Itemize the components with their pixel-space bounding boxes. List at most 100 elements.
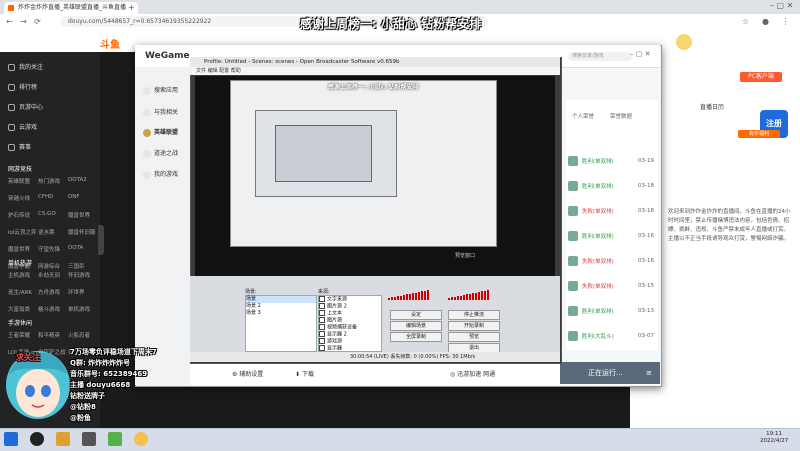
scenes-list[interactable]: 场景 场景 2 场景 3 xyxy=(245,295,317,352)
preview-button[interactable]: 预览 xyxy=(448,332,500,342)
reload-icon[interactable]: ⟳ xyxy=(32,16,43,27)
assist-settings-button[interactable]: ⚙ 辅助设置 xyxy=(232,369,263,378)
sidebar-category-item[interactable]: 炉石传说 xyxy=(8,211,38,219)
sidebar-category-item[interactable]: CS:GO xyxy=(38,211,68,219)
source-item[interactable]: 游戏源 xyxy=(319,338,381,345)
source-visibility-checkbox[interactable] xyxy=(319,310,325,316)
sidebar-category-item[interactable]: 环世界 xyxy=(68,288,98,296)
source-visibility-checkbox[interactable] xyxy=(319,317,325,323)
sidebar-category-item[interactable]: 方舟游戏 xyxy=(38,288,68,296)
sources-list[interactable]: 文字来源 图片源 2 上文本 图片源 视频捕获设备 显示器 2 游戏源 显示器 xyxy=(318,295,382,352)
sidebar-category-item[interactable]: CFHD xyxy=(38,194,68,202)
menu-icon[interactable]: ⋮ xyxy=(780,16,791,27)
wegame-window-controls[interactable]: – ▢ ✕ xyxy=(630,50,650,58)
sidebar-category-item[interactable]: 网游综合 xyxy=(38,262,68,270)
sidebar-category-item[interactable]: 魔兽世界 xyxy=(8,245,38,253)
wegame-nav-more[interactable]: 我的游戏 xyxy=(143,169,178,179)
browser-tab-active[interactable]: 炸炸金炸炸直播_英雄联盟直播_斗鱼直播 xyxy=(4,2,138,14)
chrome-taskbar-icon[interactable] xyxy=(134,432,148,446)
sidebar-category-item[interactable]: 逆水寒 xyxy=(38,228,68,236)
scene-item[interactable]: 场景 2 xyxy=(246,303,316,310)
sidebar-category-item[interactable]: 大富翁类 xyxy=(8,305,38,313)
obs-menubar[interactable]: 文件 编辑 配置 帮助 xyxy=(190,67,560,75)
welfare-button[interactable]: 有奖福利 xyxy=(738,130,780,138)
running-menu-icon[interactable]: ≡ xyxy=(646,369,652,377)
source-item[interactable]: 上文本 xyxy=(319,310,381,317)
source-visibility-checkbox[interactable] xyxy=(319,345,325,351)
source-visibility-checkbox[interactable] xyxy=(319,303,325,309)
source-item[interactable]: 视频捕获设备 xyxy=(319,324,381,331)
sidebar-category-item[interactable]: 王者荣耀 xyxy=(8,331,38,339)
sidebar-category-item[interactable]: 魔兽怀旧服 xyxy=(68,228,98,236)
sidebar-category-item[interactable]: 热门游戏 xyxy=(38,177,68,185)
sidebar-item-cloud[interactable]: 云游戏 xyxy=(8,122,37,131)
live-calendar-link[interactable]: 直播日历 xyxy=(700,102,724,111)
tab-personal[interactable]: 个人荣誉 xyxy=(572,112,594,120)
wegame-nav-search[interactable]: 搜索应用 xyxy=(143,85,178,95)
tab-stats[interactable]: 荣誉数据 xyxy=(610,112,632,120)
douyu-logo[interactable]: 斗鱼 xyxy=(100,36,120,51)
source-visibility-checkbox[interactable] xyxy=(319,338,325,344)
source-visibility-checkbox[interactable] xyxy=(319,324,325,330)
profile-icon[interactable]: ● xyxy=(760,16,771,27)
sidebar-category-item[interactable]: 和平精英 xyxy=(38,331,68,339)
scene-item[interactable]: 场景 xyxy=(246,296,316,303)
sidebar-category-item[interactable]: 魔兽世界 xyxy=(68,211,98,219)
match-row[interactable]: 失败(单双排) 03-16 xyxy=(566,248,658,273)
sidebar-category-item[interactable]: 永劫无间 xyxy=(38,271,68,279)
match-row[interactable]: 失败(单双排) 03-18 xyxy=(566,198,658,223)
new-tab-icon[interactable]: + xyxy=(128,3,135,12)
sidebar-category-item[interactable]: 怀旧游戏 xyxy=(68,271,98,279)
stop-stream-button[interactable]: 停止推流 xyxy=(448,310,500,320)
desktop-volume-meter[interactable] xyxy=(448,290,489,300)
sidebar-category-item[interactable]: 三国杀 xyxy=(68,262,98,270)
lol-taskbar-icon[interactable] xyxy=(108,432,122,446)
sidebar-category-item[interactable]: 守望先锋 xyxy=(38,245,68,253)
wegame-nav-mine[interactable]: 与我相关 xyxy=(143,107,178,117)
match-row[interactable]: 胜利(单双排) 03-16 xyxy=(566,223,658,248)
sidebar-category-item[interactable]: DOTA xyxy=(68,245,98,253)
source-item[interactable]: 显示器 xyxy=(319,345,381,352)
sidebar-category-item[interactable]: 英雄联盟 xyxy=(8,177,38,185)
match-row[interactable]: 胜利(单双排) 03-13 xyxy=(566,298,658,323)
sidebar-category-item[interactable]: 火影忍者 xyxy=(68,331,98,339)
sidebar-collapse-handle[interactable] xyxy=(98,225,104,255)
user-avatar-icon[interactable] xyxy=(676,34,692,50)
source-item[interactable]: 图片源 xyxy=(319,317,381,324)
source-item[interactable]: 图片源 2 xyxy=(319,303,381,310)
edit-scene-button[interactable]: 编辑场景 xyxy=(390,321,442,331)
match-row[interactable]: 胜利(大乱斗) 03-07 xyxy=(566,323,658,348)
back-icon[interactable]: ← xyxy=(4,16,15,27)
settings-button[interactable]: 设定 xyxy=(390,310,442,320)
start-icon[interactable] xyxy=(4,432,18,446)
wegame-nav-lol[interactable]: 英雄联盟 xyxy=(143,127,178,137)
pc-client-button[interactable]: PC客户端 xyxy=(740,72,782,82)
sidebar-item-events[interactable]: 赛事 xyxy=(8,142,31,151)
app-taskbar-icon[interactable] xyxy=(82,432,96,446)
wegame-search-input[interactable]: 搜索玩家/游戏 xyxy=(568,52,632,61)
match-row[interactable]: 胜利(单双排) 03-18 xyxy=(566,173,658,198)
source-visibility-checkbox[interactable] xyxy=(319,296,325,302)
mic-volume-meter[interactable] xyxy=(388,290,429,300)
sidebar-item-rank[interactable]: 排行榜 xyxy=(8,82,37,91)
sidebar-category-item[interactable]: DOTA2 xyxy=(68,177,98,185)
taskbar-clock[interactable]: 19:11 2022/4/27 xyxy=(760,431,788,445)
fullscreen-record-button[interactable]: 全屏录制 xyxy=(390,332,442,342)
obs-taskbar-icon[interactable] xyxy=(30,432,44,446)
sidebar-category-item[interactable]: 主机游戏 xyxy=(8,271,38,279)
accelerator-button[interactable]: ◎ 迅游加速 网通 xyxy=(450,369,495,378)
sidebar-item-follow[interactable]: 我的关注 xyxy=(8,62,43,71)
wegame-taskbar-icon[interactable] xyxy=(56,432,70,446)
wegame-logo[interactable]: WeGame xyxy=(145,51,190,61)
source-item[interactable]: 文字来源 xyxy=(319,296,381,303)
sidebar-item-games[interactable]: 页游中心 xyxy=(8,102,43,111)
sidebar-category-item[interactable]: DNF xyxy=(68,194,98,202)
sidebar-category-item[interactable]: 逃生/ARK xyxy=(8,288,38,296)
sidebar-category-item[interactable]: 单机游戏 xyxy=(68,305,98,313)
window-controls[interactable]: – ▢ ✕ xyxy=(770,1,793,10)
start-recording-button[interactable]: 开始录制 xyxy=(448,321,500,331)
sidebar-category-item[interactable]: 格斗游戏 xyxy=(38,305,68,313)
star-icon[interactable]: ☆ xyxy=(740,16,751,27)
forward-icon[interactable]: → xyxy=(18,16,29,27)
match-row[interactable]: 胜利(单双排) 03-19 xyxy=(566,148,658,173)
